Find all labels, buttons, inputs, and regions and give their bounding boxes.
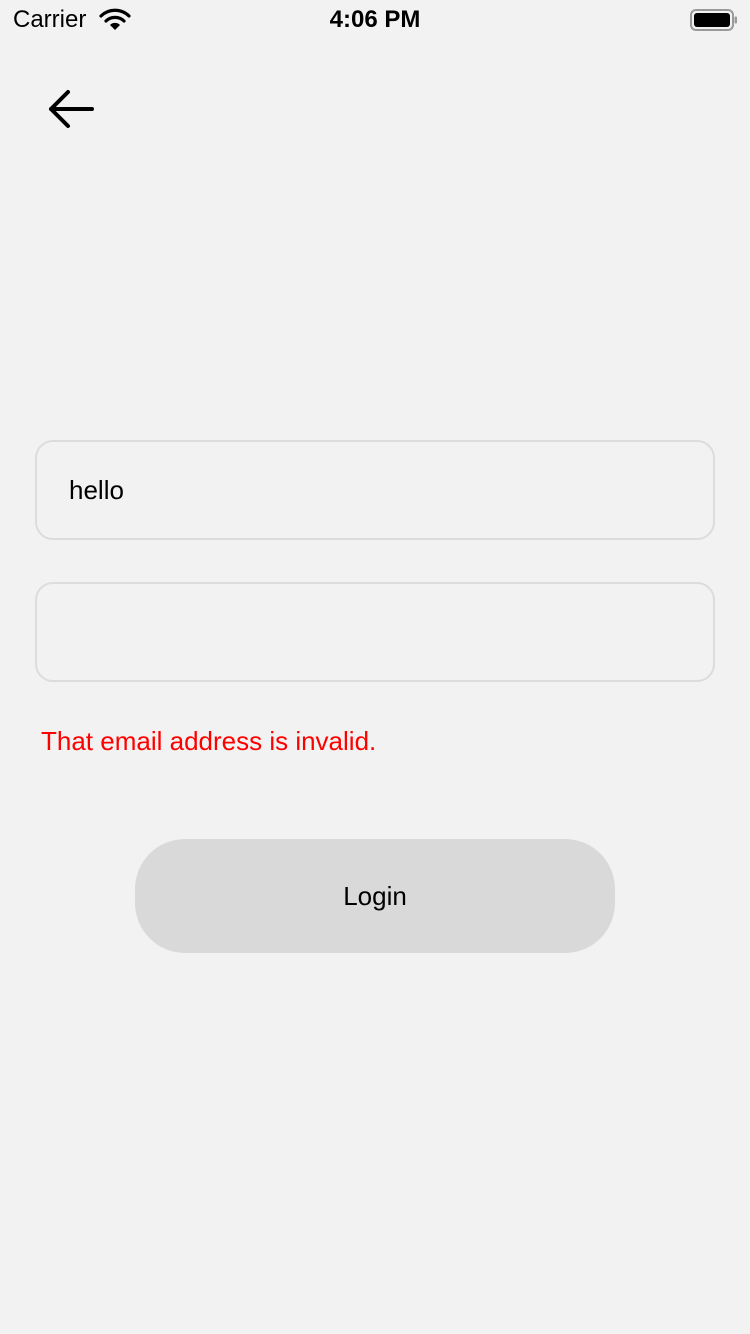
status-bar: Carrier 4:06 PM <box>0 0 750 40</box>
status-time: 4:06 PM <box>329 6 421 33</box>
login-button-label: Login <box>343 880 407 911</box>
password-input[interactable] <box>69 584 679 680</box>
battery-icon <box>690 8 738 32</box>
email-error-message: That email address is invalid. <box>41 726 377 756</box>
password-field[interactable] <box>35 582 715 682</box>
login-button[interactable]: Login <box>135 839 615 953</box>
arrow-left-icon <box>46 89 94 134</box>
email-field[interactable] <box>35 440 715 540</box>
back-button[interactable] <box>40 84 100 138</box>
email-input[interactable] <box>69 442 679 538</box>
